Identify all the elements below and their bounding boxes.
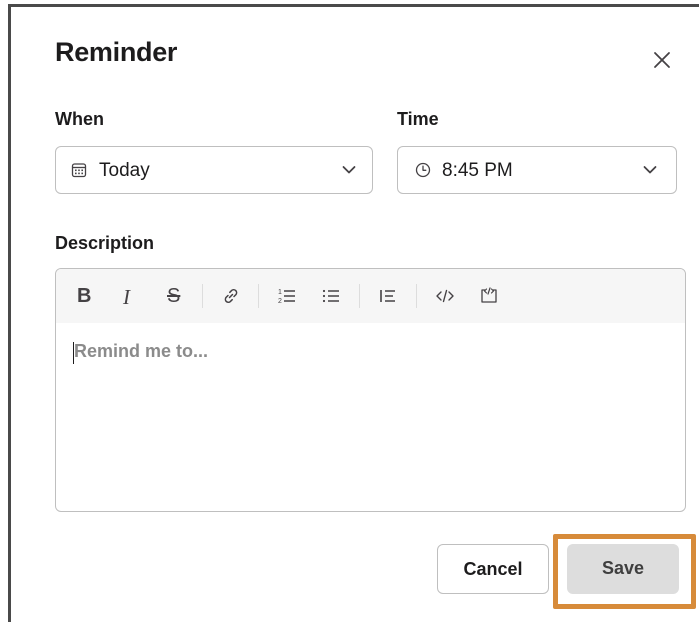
calendar-icon	[71, 163, 87, 178]
description-label: Description	[55, 233, 155, 253]
when-value: Today	[99, 160, 150, 181]
toolbar-divider	[202, 284, 203, 308]
formatting-toolbar: B I S 1 2	[56, 269, 685, 323]
bold-button[interactable]: B	[77, 285, 91, 308]
time-label: Time	[397, 109, 439, 129]
strikethrough-button[interactable]: S	[167, 285, 180, 308]
svg-text:1: 1	[278, 289, 282, 296]
toolbar-divider	[416, 284, 417, 308]
toolbar-divider	[258, 284, 259, 308]
reminder-dialog: Reminder When Time Today 8:45 PM Descrip…	[8, 4, 699, 622]
bulleted-list-icon	[322, 289, 339, 303]
link-button[interactable]	[218, 283, 244, 309]
description-editor: B I S 1 2 Remind me to...	[55, 268, 686, 512]
screen: Reminder When Time Today 8:45 PM Descrip…	[0, 0, 699, 622]
code-icon	[436, 289, 454, 303]
time-value: 8:45 PM	[442, 160, 513, 181]
chevron-down-icon	[342, 166, 356, 174]
close-button[interactable]	[647, 45, 677, 75]
italic-button[interactable]: I	[123, 285, 130, 310]
cancel-button[interactable]: Cancel	[437, 544, 549, 594]
dialog-title: Reminder	[55, 37, 178, 67]
code-button[interactable]	[432, 283, 458, 309]
description-placeholder: Remind me to...	[74, 341, 209, 361]
save-button[interactable]: Save	[567, 544, 679, 594]
description-input[interactable]: Remind me to...	[56, 323, 685, 511]
time-select[interactable]: 8:45 PM	[397, 146, 677, 194]
when-label: When	[55, 109, 104, 129]
when-select[interactable]: Today	[55, 146, 373, 194]
link-icon	[224, 288, 238, 304]
numbered-list-button[interactable]: 1 2	[274, 283, 300, 309]
close-icon	[654, 52, 670, 68]
clock-icon	[415, 162, 431, 178]
svg-text:2: 2	[278, 298, 282, 305]
code-block-button[interactable]	[476, 283, 502, 309]
blockquote-icon	[380, 290, 395, 302]
blockquote-button[interactable]	[375, 283, 401, 309]
bulleted-list-button[interactable]	[318, 283, 344, 309]
toolbar-divider	[359, 284, 360, 308]
chevron-down-icon	[643, 166, 657, 174]
numbered-list-icon: 1 2	[278, 289, 295, 305]
code-block-icon	[481, 287, 497, 303]
